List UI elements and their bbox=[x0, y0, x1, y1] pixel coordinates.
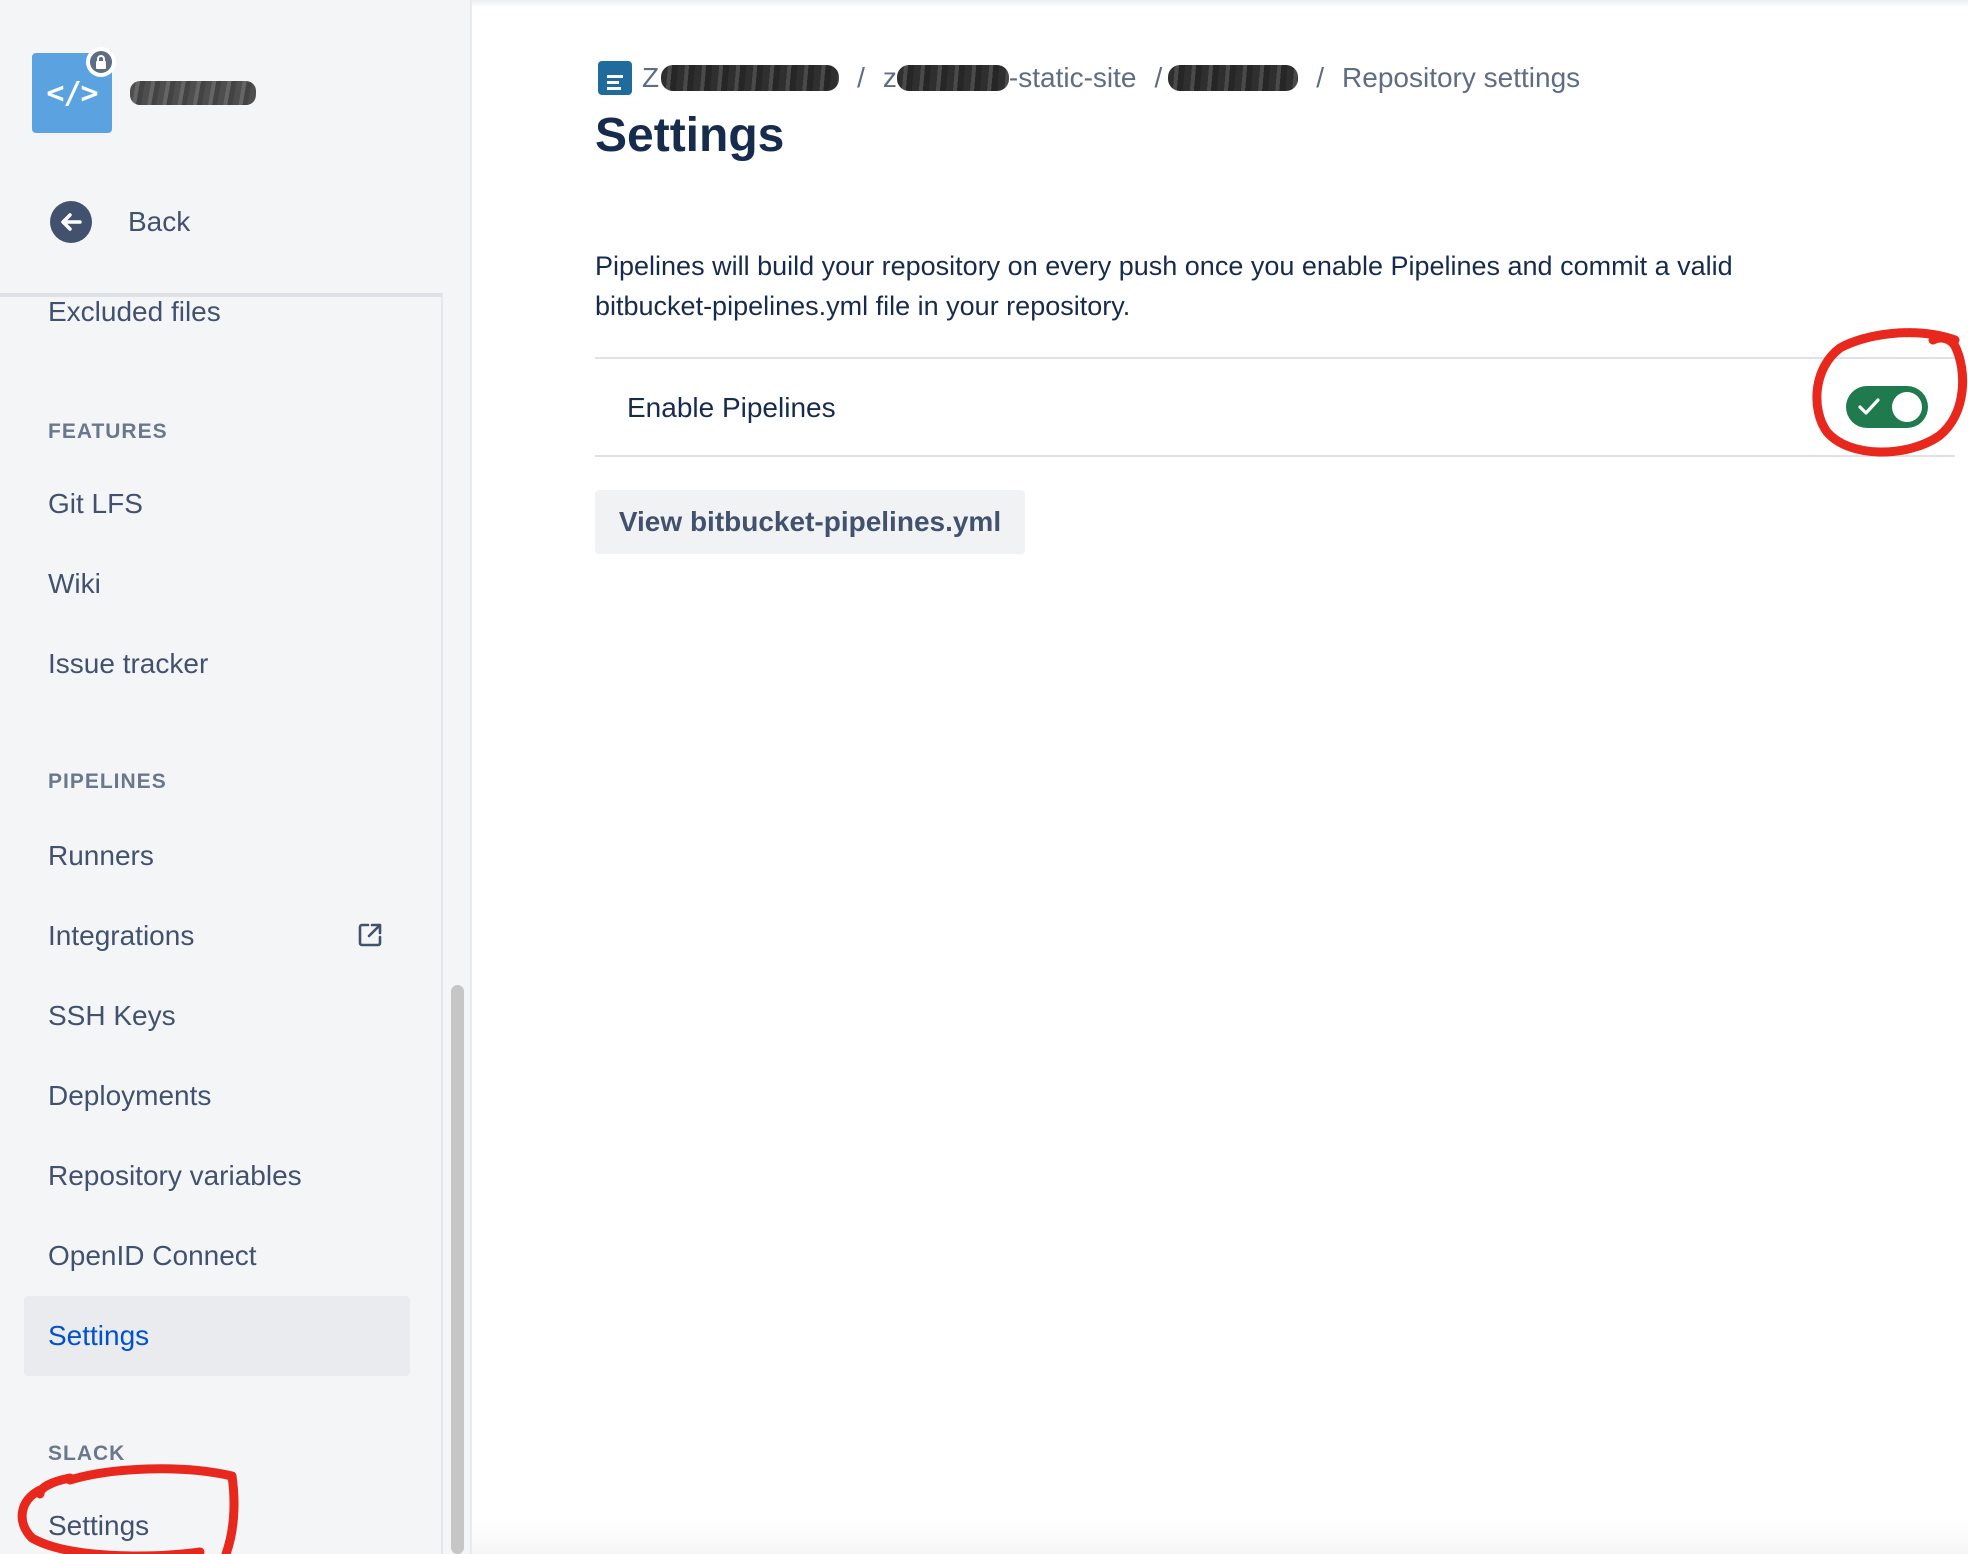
workspace-icon bbox=[598, 61, 632, 95]
breadcrumb-current[interactable]: Repository settings bbox=[1342, 62, 1580, 94]
view-pipelines-yml-button[interactable]: View bitbucket-pipelines.yml bbox=[595, 490, 1025, 554]
section-title-pipelines: PIPELINES bbox=[48, 770, 167, 793]
breadcrumb-separator: / bbox=[857, 62, 865, 93]
sidebar-item-slack-settings[interactable]: Settings bbox=[48, 1508, 149, 1544]
arrow-left-icon bbox=[50, 201, 92, 243]
sidebar-item-openid-connect[interactable]: OpenID Connect bbox=[48, 1238, 257, 1274]
breadcrumb-workspace-redacted bbox=[661, 65, 840, 91]
page-title: Settings bbox=[595, 109, 785, 162]
breadcrumb-workspace-initial: Z bbox=[642, 62, 660, 93]
sidebar-item-integrations[interactable]: Integrations bbox=[48, 918, 194, 954]
sidebar-item-runners[interactable]: Runners bbox=[48, 838, 154, 874]
bottom-shadow bbox=[472, 1520, 1968, 1554]
divider-bottom bbox=[595, 455, 1955, 457]
back-label: Back bbox=[128, 206, 191, 237]
toggle-knob bbox=[1892, 392, 1922, 422]
external-link-icon[interactable] bbox=[355, 920, 385, 950]
enable-pipelines-toggle[interactable] bbox=[1846, 386, 1928, 428]
breadcrumb-repo-suffix: -static-site bbox=[1008, 62, 1137, 93]
enable-pipelines-label: Enable Pipelines bbox=[627, 392, 836, 423]
breadcrumb-separator: / bbox=[1154, 62, 1163, 93]
section-title-features: FEATURES bbox=[48, 420, 168, 443]
sidebar-item-wiki[interactable]: Wiki bbox=[48, 566, 101, 602]
breadcrumb: Z / z -static-site / / Repository settin… bbox=[598, 58, 1580, 98]
sidebar-item-git-lfs[interactable]: Git LFS bbox=[48, 486, 143, 522]
repo-header[interactable]: </> bbox=[32, 47, 256, 133]
breadcrumb-repo-redacted bbox=[896, 65, 1009, 91]
breadcrumb-repo[interactable]: z -static-site bbox=[883, 62, 1137, 94]
breadcrumb-repo-initial: z bbox=[882, 62, 897, 93]
lock-icon bbox=[86, 47, 116, 77]
check-icon bbox=[1858, 398, 1880, 415]
sidebar-scrollbar-thumb[interactable] bbox=[451, 985, 464, 1554]
sidebar-item-pipelines-settings[interactable]: Settings bbox=[48, 1318, 149, 1354]
breadcrumb-workspace[interactable]: Z bbox=[642, 62, 840, 94]
sidebar: </> Back Excluded files FEATURES Git LFS… bbox=[0, 0, 471, 1554]
sidebar-item-deployments[interactable]: Deployments bbox=[48, 1078, 211, 1114]
breadcrumb-branch-redacted[interactable] bbox=[1168, 65, 1299, 91]
sidebar-item-excluded-files[interactable]: Excluded files bbox=[48, 294, 221, 330]
breadcrumb-separator: / bbox=[1316, 62, 1325, 93]
sidebar-item-repository-variables[interactable]: Repository variables bbox=[48, 1158, 302, 1194]
repo-name-redacted bbox=[130, 81, 256, 105]
pipelines-description: Pipelines will build your repository on … bbox=[595, 251, 1733, 321]
sidebar-divider bbox=[470, 0, 472, 1554]
section-title-slack: SLACK bbox=[48, 1442, 126, 1465]
divider-top bbox=[595, 357, 1955, 359]
code-icon: </> bbox=[46, 75, 98, 111]
repo-avatar[interactable]: </> bbox=[32, 47, 116, 133]
sidebar-item-issue-tracker[interactable]: Issue tracker bbox=[48, 646, 208, 682]
sidebar-item-ssh-keys[interactable]: SSH Keys bbox=[48, 998, 176, 1034]
back-button[interactable]: Back bbox=[50, 199, 190, 245]
